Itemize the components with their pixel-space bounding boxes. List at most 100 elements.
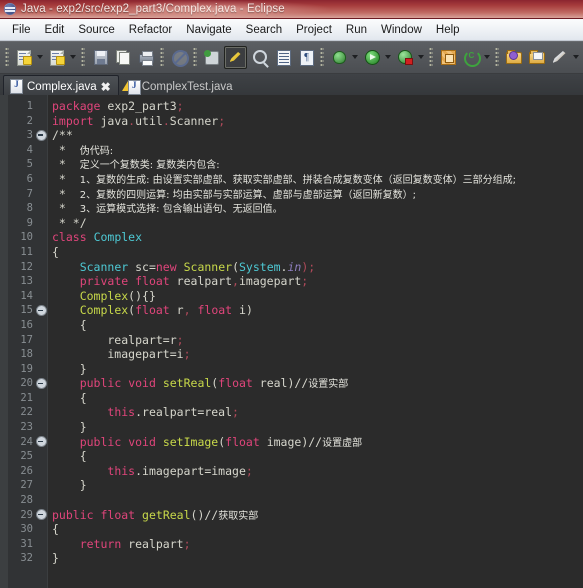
new-java-project-dropdown-arrow-icon[interactable] bbox=[35, 47, 44, 68]
menu-bar: File Edit Source Refactor Navigate Searc… bbox=[0, 19, 583, 41]
eclipse-window: Java - exp2/src/exp2_part3/Complex.java … bbox=[0, 0, 583, 588]
code-line: } bbox=[52, 361, 87, 376]
line-number: 29 bbox=[20, 508, 33, 521]
code-line: { bbox=[52, 244, 59, 259]
toolbar-grip-6[interactable] bbox=[429, 47, 433, 67]
new-java-project-icon[interactable] bbox=[13, 47, 34, 68]
editor-marker-bar[interactable] bbox=[0, 95, 9, 588]
code-line: realpart=r; bbox=[52, 332, 184, 347]
line-number: 26 bbox=[20, 464, 33, 477]
print-icon[interactable] bbox=[135, 47, 156, 68]
debug-dropdown-arrow-icon[interactable] bbox=[350, 47, 359, 68]
open-task-icon[interactable] bbox=[272, 47, 293, 68]
code-line: { bbox=[52, 317, 87, 332]
open-type-icon[interactable] bbox=[503, 47, 524, 68]
line-number: 32 bbox=[20, 552, 33, 565]
source-code-area[interactable]: package exp2_part3; import java.util.Scan… bbox=[48, 95, 583, 588]
line-number: 14 bbox=[20, 289, 33, 302]
line-number: 7 bbox=[26, 187, 33, 200]
menu-item-help[interactable]: Help bbox=[429, 23, 467, 37]
toolbar-grip-5[interactable] bbox=[320, 47, 324, 67]
new-java-project2-icon[interactable] bbox=[437, 47, 458, 68]
line-number: 24 bbox=[20, 435, 33, 448]
annotate-dropdown-arrow-icon[interactable] bbox=[571, 47, 580, 68]
code-line: /** bbox=[52, 128, 73, 143]
debug-icon[interactable] bbox=[328, 47, 349, 68]
line-number: 15 bbox=[20, 304, 33, 317]
line-number: 13 bbox=[20, 275, 33, 288]
toolbar-grip-2[interactable] bbox=[81, 47, 85, 67]
run-coverage-dropdown-arrow-icon[interactable] bbox=[416, 47, 425, 68]
title-bar: Java - exp2/src/exp2_part3/Complex.java … bbox=[0, 0, 583, 19]
line-number: 31 bbox=[20, 537, 33, 550]
code-line: * 2、复数的四则运算: 均由实部与实部运算、虚部与虚部运算（返回新复数）; bbox=[52, 186, 416, 201]
new-java-class-icon[interactable] bbox=[46, 47, 67, 68]
fold-collapse-icon[interactable] bbox=[35, 508, 47, 523]
line-number: 1 bbox=[26, 100, 33, 112]
code-line: * */ bbox=[52, 215, 87, 230]
menu-item-window[interactable]: Window bbox=[374, 23, 429, 37]
code-line: Complex(float r, float i) bbox=[79, 303, 253, 318]
tab-complextest-java[interactable]: ComplexTest.java bbox=[119, 76, 240, 97]
code-line: this.imagepart=image; bbox=[107, 463, 253, 478]
code-folding-column[interactable] bbox=[35, 95, 48, 588]
code-line: { bbox=[52, 449, 87, 464]
menu-item-project[interactable]: Project bbox=[289, 23, 339, 37]
menu-item-source[interactable]: Source bbox=[71, 23, 121, 37]
code-line: imagepart=i; bbox=[52, 347, 191, 362]
tab-complex-java[interactable]: Complex.java ✖ bbox=[3, 75, 119, 97]
code-line: Scanner sc=new Scanner(System.in); bbox=[79, 259, 316, 274]
line-number: 6 bbox=[26, 172, 33, 185]
line-number: 8 bbox=[26, 202, 33, 215]
show-whitespace-icon[interactable]: ¶ bbox=[295, 47, 316, 68]
toolbar-grip-4[interactable] bbox=[193, 47, 197, 67]
run-dropdown-arrow-icon[interactable] bbox=[383, 47, 392, 68]
fold-collapse-icon[interactable] bbox=[35, 128, 47, 143]
run-coverage-icon[interactable] bbox=[394, 47, 415, 68]
code-line: public void setImage(float image)//设置虚部 bbox=[79, 434, 363, 449]
toggle-mark-occurrences-icon[interactable] bbox=[224, 45, 247, 69]
close-icon[interactable]: ✖ bbox=[101, 81, 111, 93]
toolbar-grip[interactable] bbox=[5, 47, 9, 67]
skip-all-breakpoints-icon[interactable] bbox=[168, 47, 189, 68]
menu-item-edit[interactable]: Edit bbox=[38, 23, 72, 37]
fold-collapse-icon[interactable] bbox=[35, 435, 47, 450]
search-icon[interactable] bbox=[249, 47, 270, 68]
refresh-icon[interactable] bbox=[460, 47, 481, 68]
save-icon[interactable] bbox=[89, 47, 110, 68]
new-java-class-dropdown-arrow-icon[interactable] bbox=[68, 47, 77, 68]
run-icon[interactable] bbox=[361, 47, 382, 68]
annotate-pencil-icon[interactable] bbox=[549, 47, 570, 68]
open-task-folder-icon[interactable] bbox=[526, 47, 547, 68]
line-number: 27 bbox=[20, 479, 33, 492]
save-all-icon[interactable] bbox=[112, 47, 133, 68]
menu-item-run[interactable]: Run bbox=[339, 23, 374, 37]
menu-item-search[interactable]: Search bbox=[239, 23, 289, 37]
main-toolbar: ¶ bbox=[0, 41, 583, 74]
code-line: package exp2_part3; bbox=[52, 99, 184, 113]
menu-item-navigate[interactable]: Navigate bbox=[179, 23, 238, 37]
menu-item-file[interactable]: File bbox=[5, 23, 38, 37]
build-all-icon[interactable] bbox=[201, 47, 222, 68]
refresh-dropdown-arrow-icon[interactable] bbox=[482, 47, 491, 68]
code-editor[interactable]: 1 2 3 4 5 6 7 8 9 10 11 12 13 14 15 16 17 18 19 20 21 22 23 24 2… bbox=[0, 95, 583, 588]
menu-item-refactor[interactable]: Refactor bbox=[122, 23, 179, 37]
line-number: 10 bbox=[20, 231, 33, 244]
code-line: } bbox=[52, 478, 87, 493]
fold-collapse-icon[interactable] bbox=[35, 376, 47, 391]
toolbar-grip-3[interactable] bbox=[160, 47, 164, 67]
toolbar-grip-7[interactable] bbox=[495, 47, 499, 67]
fold-collapse-icon[interactable] bbox=[35, 303, 47, 318]
